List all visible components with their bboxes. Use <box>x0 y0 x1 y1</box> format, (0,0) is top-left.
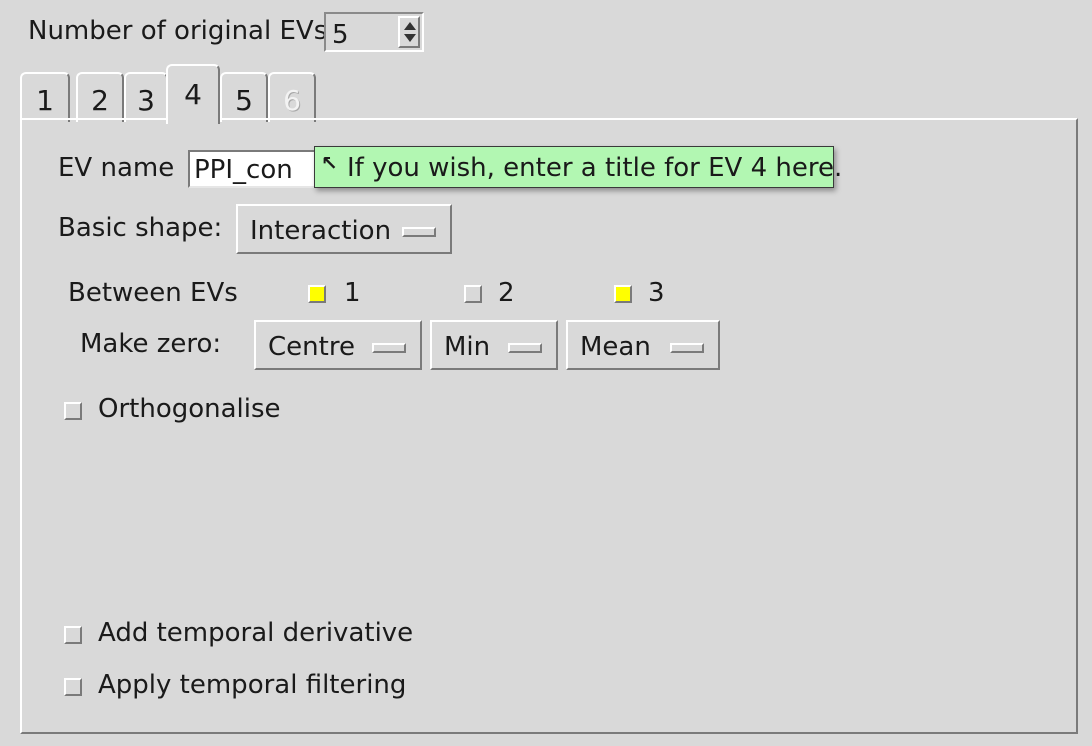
spin-arrows[interactable] <box>398 16 420 48</box>
make-zero-1-menubutton[interactable]: Centre <box>254 320 422 370</box>
ev-name-label: EV name <box>58 153 175 183</box>
tab-5[interactable]: 5 <box>220 72 268 122</box>
menu-indicator-icon <box>372 343 406 353</box>
basic-shape-value: Interaction <box>250 216 392 246</box>
between-ev-2-label: 2 <box>498 278 515 308</box>
basic-shape-label: Basic shape: <box>58 213 223 243</box>
temporal-derivative-label: Add temporal derivative <box>98 618 414 648</box>
pointer-arrow-icon: ↖ <box>321 151 338 175</box>
between-ev-3-checkbox[interactable] <box>614 285 632 303</box>
ev-name-input[interactable]: PPI_con <box>188 150 316 188</box>
basic-shape-menubutton[interactable]: Interaction <box>236 204 452 254</box>
make-zero-3-menubutton[interactable]: Mean <box>566 320 720 370</box>
make-zero-3-value: Mean <box>580 332 651 362</box>
menu-indicator-icon <box>508 343 542 353</box>
orthogonalise-label: Orthogonalise <box>98 394 281 424</box>
temporal-derivative-checkbox[interactable] <box>64 626 82 644</box>
orthogonalise-checkbox[interactable] <box>64 402 82 420</box>
tab-1[interactable]: 1 <box>20 72 70 122</box>
between-ev-2-checkbox[interactable] <box>464 285 482 303</box>
tab-6: 6 <box>268 72 316 122</box>
between-ev-1-label: 1 <box>344 278 361 308</box>
make-zero-2-value: Min <box>444 332 491 362</box>
make-zero-1-value: Centre <box>268 332 355 362</box>
tab-3[interactable]: 3 <box>124 72 168 122</box>
spin-up-icon[interactable] <box>404 22 416 30</box>
menu-indicator-icon <box>402 227 436 237</box>
make-zero-label: Make zero: <box>80 329 222 359</box>
spin-down-icon[interactable] <box>404 34 416 42</box>
tooltip-text: If you wish, enter a title for EV 4 here… <box>347 153 843 183</box>
num-evs-value[interactable]: 5 <box>332 20 349 50</box>
between-ev-1-checkbox[interactable] <box>308 285 326 303</box>
tab-2[interactable]: 2 <box>76 72 124 122</box>
temporal-filtering-checkbox[interactable] <box>64 678 82 696</box>
between-ev-3-label: 3 <box>648 278 665 308</box>
menu-indicator-icon <box>670 343 704 353</box>
between-evs-label: Between EVs <box>68 278 238 308</box>
ev-name-tooltip: ↖ If you wish, enter a title for EV 4 he… <box>314 146 842 188</box>
tab-4[interactable]: 4 <box>166 64 220 124</box>
num-evs-label: Number of original EVs <box>28 16 328 46</box>
make-zero-2-menubutton[interactable]: Min <box>430 320 558 370</box>
temporal-filtering-label: Apply temporal filtering <box>98 670 407 700</box>
num-evs-spinbox[interactable]: 5 <box>324 12 424 52</box>
